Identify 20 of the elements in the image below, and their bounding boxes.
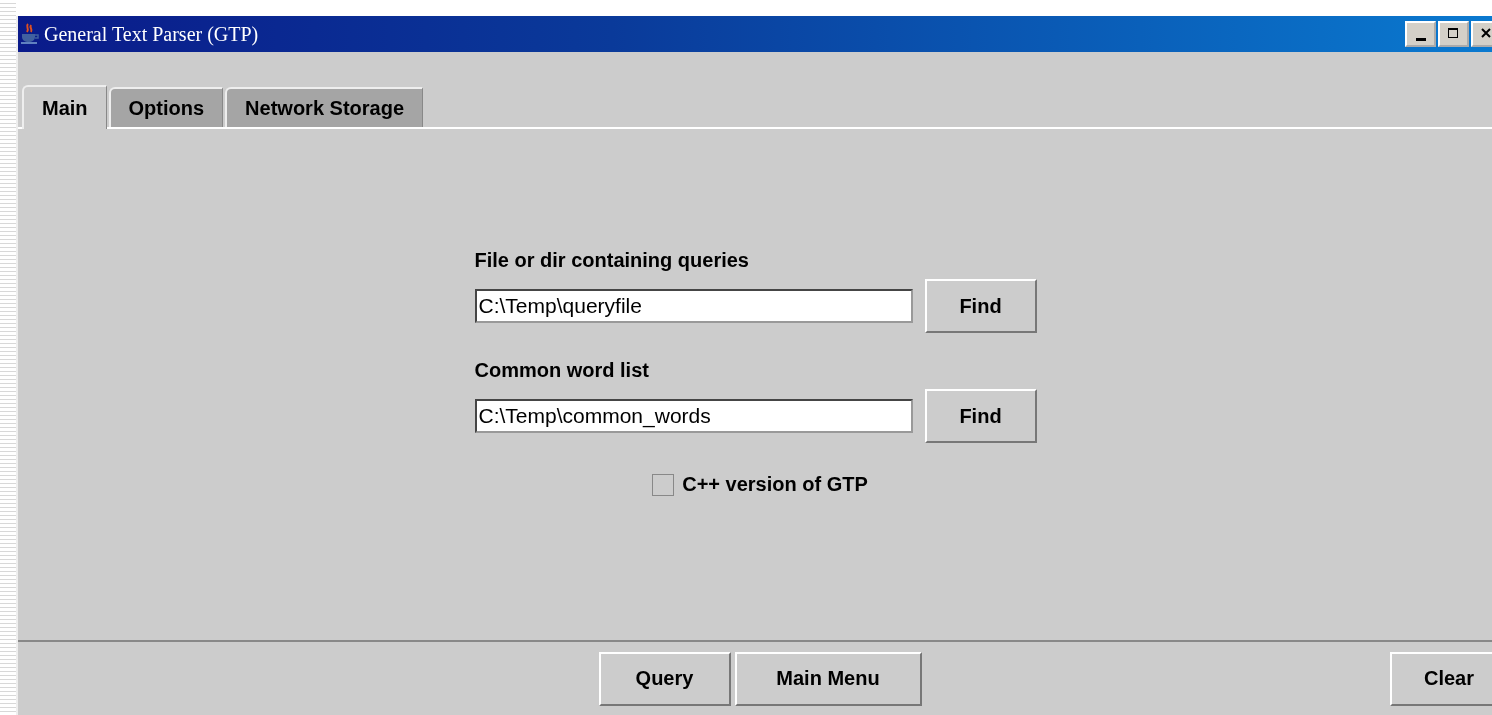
tab[interactable]: Main [22,85,107,129]
checkbox[interactable] [652,473,675,496]
main-menu-button[interactable]: Main Menu [734,651,922,706]
text-field[interactable]: C:\Temp\queryfile [474,289,913,323]
field-label: File or dir containing queries [474,249,750,273]
clear-button[interactable]: Clear [1390,651,1492,706]
window-title: General Text Parser (GTP) [44,22,260,46]
field-label: Common word list [474,359,650,383]
maximize-button[interactable] [1438,21,1469,47]
find-button[interactable]: Find [924,279,1037,333]
coffee-cup-icon [20,23,40,45]
checkbox-label: C++ version of GTP [682,473,868,496]
text-field[interactable]: C:\Temp\common_words [474,399,913,433]
query-button[interactable]: Query [598,651,731,706]
minimize-icon [1415,37,1426,41]
maximize-icon [1446,27,1461,41]
tab[interactable]: Network Storage [225,87,424,127]
minimize-button[interactable] [1405,21,1436,47]
find-button[interactable]: Find [924,389,1037,443]
tab[interactable]: Options [108,87,224,127]
